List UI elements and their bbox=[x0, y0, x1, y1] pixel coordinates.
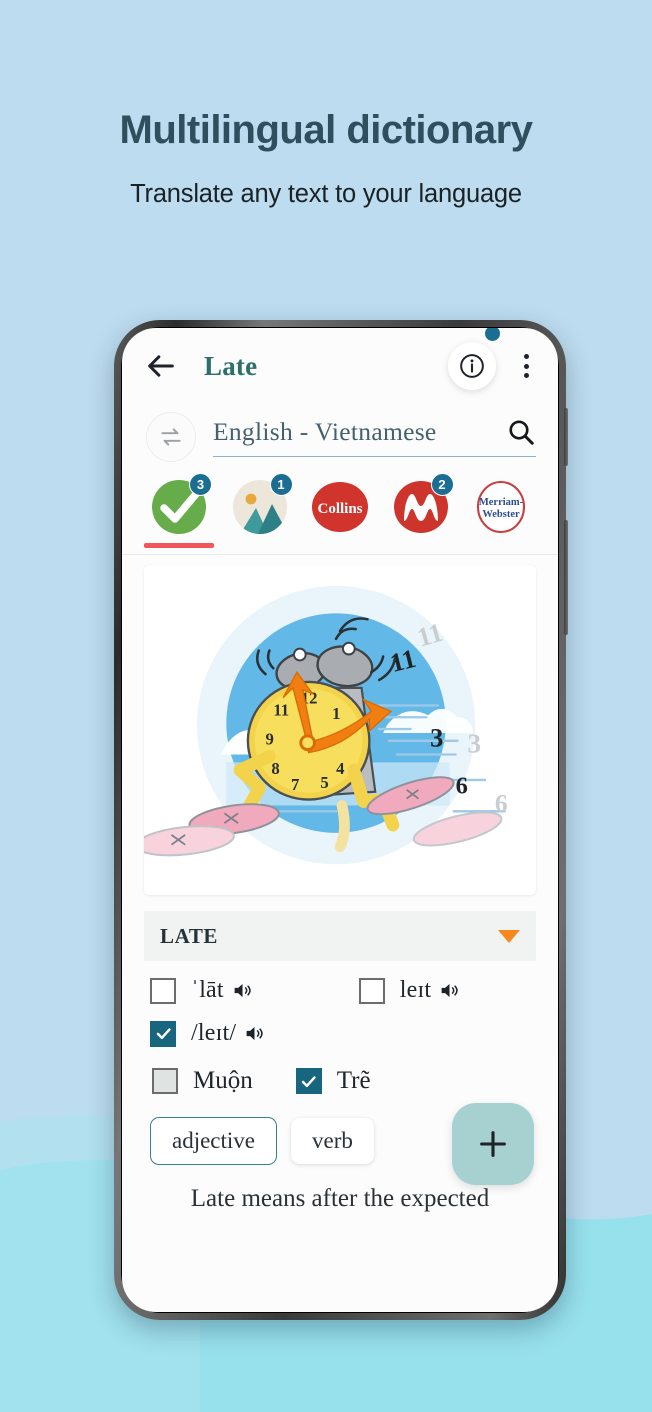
sidebar-item-macmillan[interactable]: 2 bbox=[386, 473, 456, 536]
promo-header: Multilingual dictionary Translate any te… bbox=[0, 0, 652, 209]
word-section-header[interactable]: LATE bbox=[144, 911, 536, 961]
tab-badge: 1 bbox=[269, 473, 293, 496]
translation-row: Muộn Trẽ bbox=[122, 1047, 558, 1095]
pronunciation-option[interactable]: /leɪt/ bbox=[150, 1020, 265, 1047]
translation-option[interactable]: Muộn bbox=[152, 1067, 253, 1095]
svg-text:6: 6 bbox=[495, 788, 508, 817]
pronunciation-row-2: /leɪt/ bbox=[122, 1004, 558, 1047]
svg-text:6: 6 bbox=[456, 773, 468, 800]
info-button[interactable] bbox=[448, 342, 496, 390]
svg-text:7: 7 bbox=[291, 775, 299, 794]
pronunciation-checkbox-checked[interactable] bbox=[150, 1020, 176, 1047]
svg-text:3: 3 bbox=[467, 729, 481, 759]
caret-down-icon[interactable] bbox=[498, 929, 520, 943]
info-circle-icon bbox=[460, 354, 484, 378]
headword: LATE bbox=[160, 923, 219, 948]
pronunciation-text: leɪt bbox=[399, 977, 432, 1003]
swap-arrows-icon bbox=[161, 428, 181, 446]
language-selector-row: English - Vietnamese bbox=[122, 404, 558, 462]
svg-text:Webster: Webster bbox=[482, 509, 520, 520]
phone-side-button-bottom[interactable] bbox=[564, 520, 568, 635]
pronunciation-text: ˈlāt bbox=[191, 977, 224, 1003]
speaker-icon[interactable] bbox=[244, 1023, 265, 1044]
merriam-webster-logo-icon: Merriam- Webster bbox=[472, 478, 530, 536]
svg-text:Merriam-: Merriam- bbox=[479, 497, 524, 508]
app-bar: Late bbox=[122, 328, 558, 404]
pronunciation-label: /leɪt/ bbox=[191, 1020, 265, 1047]
illustration-card-wrapper: 11 3 6 11 3 6 12 1 4 5 7 8 9 11 bbox=[122, 555, 558, 895]
part-of-speech-row: adjective verb bbox=[122, 1095, 558, 1185]
language-pair-field[interactable]: English - Vietnamese bbox=[213, 417, 536, 457]
sidebar-item-image-dictionary[interactable]: 1 bbox=[225, 473, 295, 536]
tab-badge: 2 bbox=[430, 473, 454, 496]
check-circle-icon: 3 bbox=[150, 473, 212, 536]
pronunciation-label: leɪt bbox=[400, 977, 460, 1004]
pronunciation-checkbox[interactable] bbox=[358, 977, 385, 1004]
page-title: Multilingual dictionary bbox=[119, 108, 533, 152]
phone-side-button-top[interactable] bbox=[564, 408, 568, 466]
svg-text:3: 3 bbox=[430, 723, 443, 753]
pronunciation-checkbox[interactable] bbox=[150, 977, 176, 1004]
add-button[interactable] bbox=[452, 1103, 534, 1185]
kebab-dot bbox=[523, 354, 529, 359]
svg-text:4: 4 bbox=[336, 759, 345, 778]
pos-chip-verb[interactable]: verb bbox=[291, 1118, 374, 1164]
page-subtitle: Translate any text to your language bbox=[130, 180, 522, 208]
notification-dot-badge bbox=[485, 328, 500, 341]
swap-languages-button[interactable] bbox=[146, 412, 196, 462]
svg-text:1: 1 bbox=[332, 704, 340, 723]
pronunciation-option[interactable]: leɪt bbox=[358, 977, 460, 1004]
dictionary-source-tabs: 3 1 Collins 2 Merriam- Webster bbox=[122, 462, 558, 548]
svg-text:5: 5 bbox=[320, 773, 328, 792]
sidebar-item-collins[interactable]: Collins bbox=[305, 478, 375, 536]
sidebar-item-check-dictionary[interactable]: 3 bbox=[144, 473, 214, 548]
pronunciation-text: /leɪt/ bbox=[191, 1020, 237, 1046]
svg-text:11: 11 bbox=[273, 700, 289, 719]
language-pair-value: English - Vietnamese bbox=[213, 417, 437, 446]
phone-mockup: Late English - Vietnamese 3 1 Collins 2 … bbox=[114, 320, 568, 1320]
translation-checkbox-checked[interactable] bbox=[295, 1068, 322, 1094]
pronunciation-row-1: ˈlāt leɪt bbox=[122, 961, 558, 1004]
pronunciation-label: ˈlāt bbox=[191, 977, 253, 1004]
svg-text:Collins: Collins bbox=[317, 501, 362, 517]
plus-icon bbox=[480, 1131, 506, 1157]
translation-checkbox[interactable] bbox=[152, 1068, 178, 1094]
app-bar-actions bbox=[448, 328, 544, 390]
pos-chip-adjective[interactable]: adjective bbox=[150, 1117, 278, 1165]
word-illustration: 11 3 6 11 3 6 12 1 4 5 7 8 9 11 bbox=[144, 565, 536, 895]
check-icon bbox=[301, 1075, 316, 1087]
speaker-icon[interactable] bbox=[439, 980, 460, 1001]
translation-label: Trẽ bbox=[336, 1067, 371, 1094]
arrow-left-icon[interactable] bbox=[144, 349, 178, 383]
kebab-dot bbox=[523, 363, 529, 369]
collins-logo-icon: Collins bbox=[311, 478, 369, 536]
translation-option[interactable]: Trẽ bbox=[295, 1067, 371, 1095]
svg-text:9: 9 bbox=[266, 730, 274, 749]
translation-label: Muộn bbox=[193, 1067, 253, 1094]
overflow-menu-button[interactable] bbox=[508, 346, 544, 386]
tab-badge: 3 bbox=[189, 473, 212, 496]
kebab-dot bbox=[523, 373, 529, 378]
speaker-icon[interactable] bbox=[232, 980, 253, 1001]
image-icon: 1 bbox=[231, 473, 293, 536]
pronunciation-option[interactable]: ˈlāt bbox=[150, 977, 253, 1004]
check-icon bbox=[156, 1028, 171, 1040]
selected-tab-indicator bbox=[144, 543, 214, 548]
phone-screen: Late English - Vietnamese 3 1 Collins 2 … bbox=[122, 328, 558, 1312]
macmillan-logo-icon: 2 bbox=[392, 473, 454, 536]
search-icon[interactable] bbox=[506, 417, 536, 447]
sidebar-item-merriam-webster[interactable]: Merriam- Webster bbox=[466, 478, 536, 536]
app-bar-title: Late bbox=[204, 350, 258, 381]
